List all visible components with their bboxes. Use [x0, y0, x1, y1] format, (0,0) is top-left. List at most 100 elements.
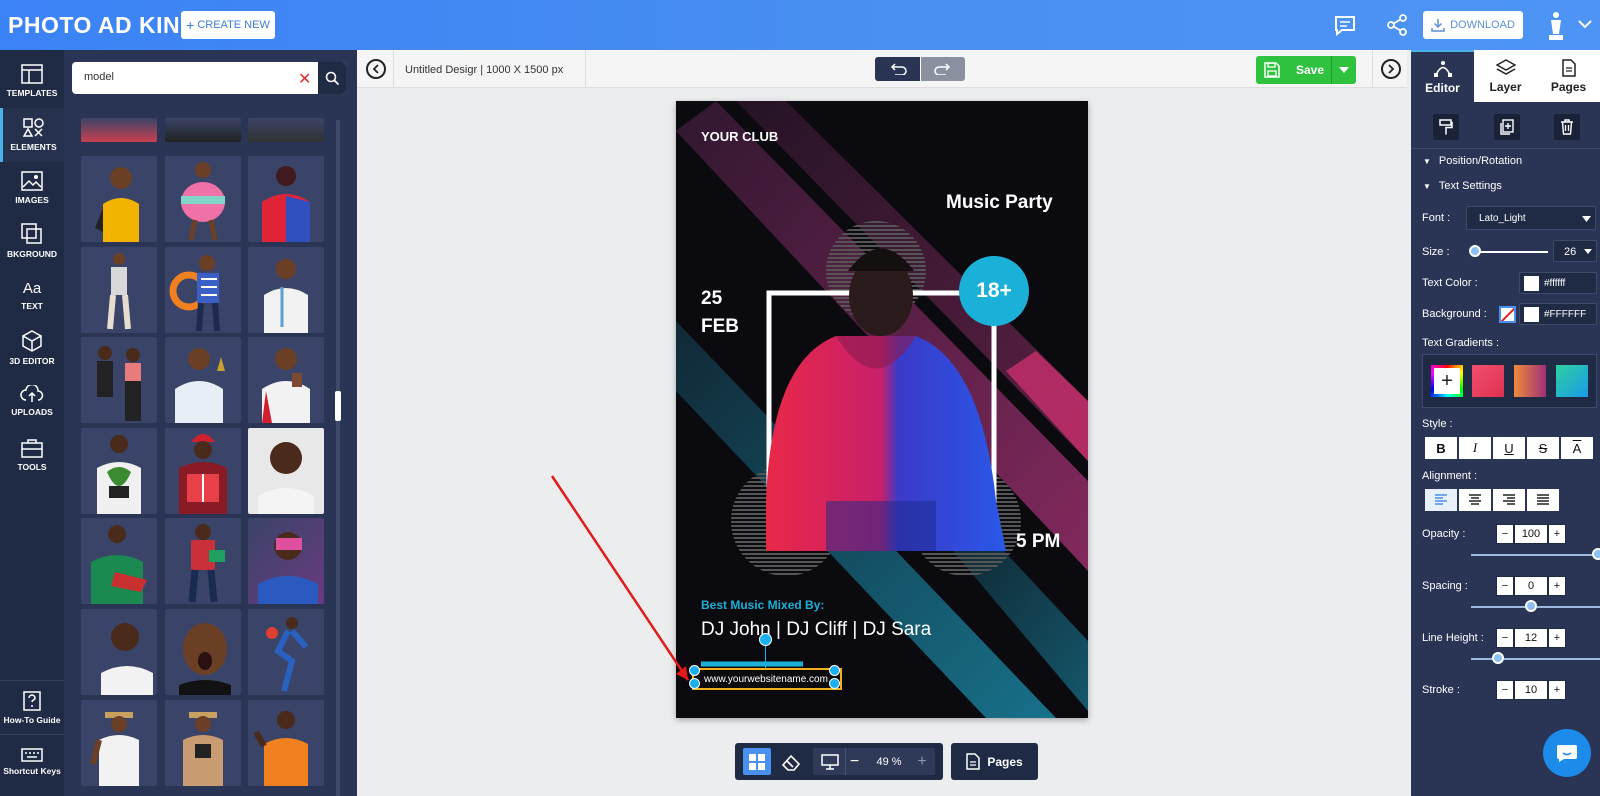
- align-center-button[interactable]: [1458, 488, 1492, 512]
- element-thumbnail[interactable]: [81, 247, 157, 333]
- line-height-value[interactable]: 12: [1514, 628, 1548, 648]
- background-color-picker[interactable]: #FFFFFF: [1519, 303, 1597, 325]
- increment-button[interactable]: +: [1548, 680, 1566, 700]
- nav-text[interactable]: Aa TEXT: [0, 268, 64, 322]
- line-height-stepper[interactable]: − 12 +: [1496, 628, 1566, 648]
- increment-button[interactable]: +: [1548, 524, 1566, 544]
- zoom-out-button[interactable]: −: [845, 748, 863, 775]
- element-thumbnail[interactable]: [248, 609, 324, 695]
- decrement-button[interactable]: −: [1496, 524, 1514, 544]
- increment-button[interactable]: +: [1548, 576, 1566, 596]
- spacing-slider-thumb[interactable]: [1525, 600, 1537, 612]
- color-swatch[interactable]: [1524, 307, 1539, 322]
- poster-djs[interactable]: DJ John | DJ Cliff | DJ Sara: [701, 619, 931, 641]
- no-fill-swatch[interactable]: [1499, 306, 1516, 323]
- size-slider-thumb[interactable]: [1469, 245, 1481, 257]
- decrement-button[interactable]: −: [1496, 628, 1514, 648]
- line-height-slider-track[interactable]: [1471, 658, 1600, 660]
- element-thumbnail[interactable]: [248, 700, 324, 786]
- decrement-button[interactable]: −: [1496, 576, 1514, 596]
- search-input[interactable]: model: [84, 71, 114, 83]
- element-thumbnail[interactable]: [165, 428, 241, 514]
- nav-shortcut-keys[interactable]: Shortcut Keys: [0, 734, 64, 788]
- text-color-picker[interactable]: #ffffff: [1519, 272, 1597, 294]
- present-button[interactable]: [817, 748, 843, 775]
- document-name[interactable]: Untitled Desigr: [405, 64, 477, 76]
- align-left-button[interactable]: [1424, 488, 1458, 512]
- stroke-stepper[interactable]: − 10 +: [1496, 680, 1566, 700]
- element-thumbnail[interactable]: [248, 156, 324, 242]
- tab-layer[interactable]: Layer: [1474, 50, 1537, 102]
- element-thumbnail[interactable]: [81, 118, 157, 142]
- uppercase-button[interactable]: A: [1560, 436, 1594, 460]
- save-options-button[interactable]: [1331, 56, 1356, 84]
- poster-time[interactable]: 5 PM: [1016, 531, 1060, 553]
- element-thumbnail[interactable]: [165, 700, 241, 786]
- stroke-value[interactable]: 10: [1514, 680, 1548, 700]
- bold-button[interactable]: B: [1424, 436, 1458, 460]
- poster-age-badge[interactable]: 18+: [966, 279, 1022, 303]
- element-thumbnail[interactable]: [165, 518, 241, 604]
- poster-month[interactable]: FEB: [701, 316, 739, 338]
- search-button[interactable]: [318, 62, 346, 94]
- element-thumbnail[interactable]: [165, 118, 241, 142]
- tab-pages[interactable]: Pages: [1537, 50, 1600, 102]
- spacing-stepper[interactable]: − 0 +: [1496, 576, 1566, 596]
- avatar[interactable]: [1545, 10, 1567, 42]
- opacity-slider-thumb[interactable]: [1592, 548, 1600, 560]
- nav-3d-editor[interactable]: 3D EDITOR: [0, 321, 64, 375]
- color-swatch[interactable]: [1524, 276, 1539, 291]
- chevron-down-icon[interactable]: [1578, 19, 1592, 29]
- text-selection-box[interactable]: www.yourwebsitename.com: [689, 633, 842, 690]
- collapse-right-button[interactable]: [1381, 59, 1401, 79]
- resize-handle[interactable]: [829, 678, 840, 689]
- design-canvas[interactable]: YOUR CLUB Music Party 25 FEB 18+ 5 PM Be…: [676, 101, 1088, 718]
- decrement-button[interactable]: −: [1496, 680, 1514, 700]
- gradient-swatch[interactable]: [1472, 365, 1504, 397]
- nav-images[interactable]: IMAGES: [0, 161, 64, 215]
- chat-support-button[interactable]: [1543, 729, 1591, 777]
- clear-search-icon[interactable]: ✕: [298, 69, 311, 89]
- element-thumbnail[interactable]: [81, 609, 157, 695]
- element-thumbnail[interactable]: [81, 518, 157, 604]
- line-height-slider-thumb[interactable]: [1492, 652, 1504, 664]
- panel-scrollbar[interactable]: [336, 120, 340, 796]
- zoom-in-button[interactable]: +: [913, 748, 931, 775]
- gradient-swatch[interactable]: [1514, 365, 1546, 397]
- element-thumbnail[interactable]: [81, 428, 157, 514]
- size-select[interactable]: 26: [1553, 240, 1597, 262]
- pages-button[interactable]: Pages: [951, 743, 1038, 780]
- poster-event-title[interactable]: Music Party: [946, 192, 1053, 214]
- poster-club-name[interactable]: YOUR CLUB: [701, 129, 778, 144]
- download-button[interactable]: DOWNLOAD: [1423, 11, 1523, 39]
- resize-handle[interactable]: [829, 665, 840, 676]
- tab-editor[interactable]: Editor: [1411, 50, 1474, 102]
- opacity-stepper[interactable]: − 100 +: [1496, 524, 1566, 544]
- italic-button[interactable]: I: [1458, 436, 1492, 460]
- font-select[interactable]: Lato_Light: [1466, 206, 1596, 230]
- share-icon[interactable]: [1385, 13, 1409, 37]
- document-title[interactable]: Untitled Desigr | 1000 X 1500 px: [405, 64, 563, 76]
- nav-how-to-guide[interactable]: How-To Guide: [0, 680, 64, 734]
- element-thumbnail[interactable]: [248, 428, 324, 514]
- redo-button[interactable]: [920, 57, 965, 81]
- spacing-value[interactable]: 0: [1514, 576, 1548, 596]
- size-slider-track[interactable]: [1470, 251, 1548, 253]
- underline-button[interactable]: U: [1492, 436, 1526, 460]
- nav-templates[interactable]: TEMPLATES: [0, 54, 64, 108]
- eraser-button[interactable]: [777, 748, 805, 775]
- section-text-settings[interactable]: ▼ Text Settings: [1411, 174, 1600, 198]
- poster-website[interactable]: www.yourwebsitename.com: [704, 674, 828, 685]
- nav-uploads[interactable]: UPLOADS: [0, 374, 64, 428]
- create-new-button[interactable]: + CREATE NEW: [181, 11, 275, 39]
- delete-button[interactable]: [1554, 114, 1580, 140]
- element-thumbnail[interactable]: [165, 247, 241, 333]
- section-position-rotation[interactable]: ▼ Position/Rotation: [1411, 149, 1600, 173]
- comment-icon[interactable]: [1333, 13, 1357, 37]
- nav-tools[interactable]: TOOLS: [0, 428, 64, 482]
- element-thumbnail[interactable]: [81, 337, 157, 423]
- grid-view-button[interactable]: [743, 748, 771, 775]
- collapse-left-button[interactable]: [366, 59, 386, 79]
- element-thumbnail[interactable]: [165, 609, 241, 695]
- poster-day[interactable]: 25: [701, 288, 722, 310]
